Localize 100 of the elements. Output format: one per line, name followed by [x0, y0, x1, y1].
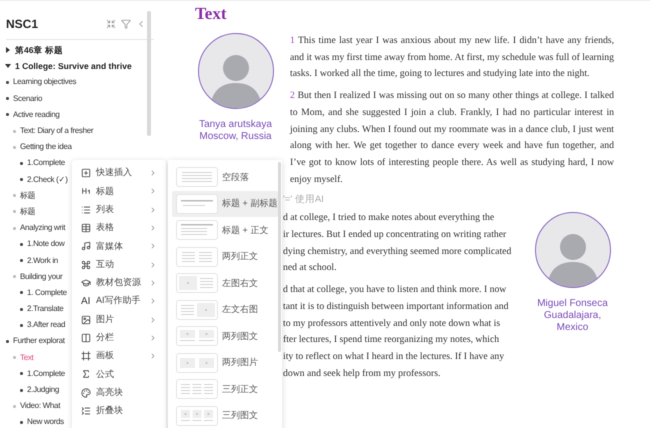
- bullet-icon: [20, 372, 23, 376]
- caret-down-icon[interactable]: [5, 63, 11, 70]
- layout-option[interactable]: 两列正文: [172, 244, 278, 270]
- bullet-icon: [6, 113, 9, 116]
- collapse-icon[interactable]: [106, 19, 116, 29]
- outline-item[interactable]: 2.Check (✓): [27, 174, 68, 186]
- menu-item[interactable]: 富媒体: [72, 237, 166, 256]
- chevron-right-icon: [149, 187, 157, 196]
- menu-item-icon: [81, 388, 91, 398]
- menu-item[interactable]: 折叠块: [72, 402, 166, 420]
- menu-item[interactable]: 表格: [72, 218, 166, 238]
- text-line: to my professors attentively and only note down what is: [283, 316, 502, 331]
- bullet-icon: [20, 259, 23, 262]
- outline-item[interactable]: 标题: [20, 190, 36, 202]
- chevron-right-icon: [149, 260, 157, 269]
- outline-item[interactable]: Learning objectives: [13, 76, 76, 88]
- outline-item[interactable]: 1.Complete: [27, 368, 65, 380]
- layout-option[interactable]: 三列图文: [172, 402, 278, 428]
- menu-item-icon: [81, 332, 91, 343]
- chevron-right-icon: [149, 224, 157, 232]
- bullet-icon: [6, 97, 9, 100]
- layout-thumbnail-icon: [177, 300, 217, 319]
- text-line: fter lectures, I spend time reorganizing my notes, which: [283, 333, 500, 348]
- chevron-right-icon: [149, 278, 157, 287]
- outline-item[interactable]: 2.Work in: [27, 254, 58, 267]
- person-name: Miguel Fonseca: [537, 298, 608, 310]
- menu-item[interactable]: 公式: [72, 365, 166, 384]
- menu-item[interactable]: 高亮块: [72, 384, 166, 402]
- outline-item[interactable]: Video: What: [20, 400, 60, 412]
- outline-item[interactable]: 1.Complete: [27, 157, 65, 170]
- menu-item[interactable]: 图片: [72, 310, 166, 329]
- layout-option[interactable]: 三列正文: [172, 376, 278, 402]
- chevron-right-icon: [149, 206, 157, 214]
- layout-thumbnail-icon: [177, 380, 217, 398]
- bullet-icon: [13, 356, 16, 360]
- text-line: dying chemistry, and everything seemed more complicated: [283, 244, 512, 259]
- layout-option[interactable]: 空段落: [172, 164, 278, 190]
- outline-item[interactable]: New words: [27, 416, 64, 428]
- section-title: Text: [194, 3, 228, 25]
- chevron-right-icon: [149, 169, 157, 178]
- menu-item[interactable]: 教材包资源: [72, 274, 166, 292]
- layout-option[interactable]: 两列图文: [172, 323, 278, 350]
- menu-item[interactable]: 列表: [72, 200, 166, 219]
- outline-item[interactable]: Getting the idea: [20, 141, 72, 154]
- outline-item[interactable]: 1. Complete: [27, 286, 67, 299]
- outline-item[interactable]: Analyzing writ: [20, 222, 66, 234]
- chevron-right-icon: [149, 297, 157, 306]
- scrollbar[interactable]: [147, 11, 151, 136]
- menu-item[interactable]: 快速插入: [72, 164, 166, 182]
- outline-item[interactable]: 3.After read: [27, 319, 66, 332]
- outline-item[interactable]: 2.Judging: [27, 384, 59, 396]
- outline-item[interactable]: Building your: [20, 270, 62, 283]
- menu-item-icon: [81, 241, 91, 252]
- layout-thumbnail-icon: [177, 194, 217, 213]
- text-line: down and seek help from my professors.: [283, 366, 442, 381]
- layout-option[interactable]: 左文右图: [172, 296, 278, 323]
- filter-icon[interactable]: [121, 19, 131, 29]
- outline-item[interactable]: Scenario: [13, 92, 42, 105]
- menu-item[interactable]: 画板: [72, 346, 166, 366]
- outline-item[interactable]: Further explorat: [13, 335, 65, 348]
- menu-item-icon: [81, 204, 91, 215]
- outline-item[interactable]: Active reading: [13, 108, 60, 121]
- layout-thumbnail-icon: [177, 274, 217, 292]
- outline-item[interactable]: 第46章 标题: [15, 44, 63, 56]
- bullet-icon: [6, 340, 9, 343]
- paragraph: 1 This time last year I was anxious about my new life. I didn’t have any friends, and it was my first time away from home. At first, my schedule was full of learning tasks. I worked all the time, going to lectures and studying late into the night.: [290, 34, 614, 82]
- bullet-icon: [13, 275, 16, 278]
- outline-title: NSC1: [6, 16, 38, 33]
- layout-option[interactable]: 标题 + 正文: [172, 217, 278, 244]
- outline-item[interactable]: 标题: [20, 206, 36, 218]
- bullet-icon: [13, 226, 16, 230]
- bullet-icon: [20, 291, 23, 294]
- bullet-icon: [13, 194, 16, 198]
- bullet-icon: [20, 308, 23, 311]
- menu-item[interactable]: 互动: [72, 255, 166, 274]
- menu-item-icon: [81, 278, 91, 288]
- layout-thumbnail-icon: [177, 354, 217, 372]
- bullet-icon: [20, 178, 23, 182]
- menu-item[interactable]: AI AI写作助手: [72, 292, 166, 310]
- bullet-icon: [6, 80, 9, 84]
- menu-item[interactable]: 分栏: [72, 328, 166, 347]
- bullet-icon: [13, 404, 16, 408]
- layout-option[interactable]: 左图右文: [172, 270, 278, 296]
- text-line: ir lectures. But I ended up concentrating on writing rather: [283, 228, 508, 242]
- menu-item[interactable]: 标题: [72, 182, 166, 201]
- bullet-icon: [20, 420, 23, 424]
- person-location: Moscow, Russia: [199, 131, 272, 143]
- paragraph: 2 But then I realized I was missing out on so many other things at college. I talked to Mom, and she suggested I join a club. Frankly, I had no particular interest in joining any clubs. When I found out my roommate was in a dance club, I just went along with her. We get together to dance every week and have fun together, and I’ve got to know lots of interesting people there. As well as studying hard, I now enjoy myself.: [290, 89, 614, 187]
- layout-thumbnail-icon: [177, 168, 217, 186]
- outline-item[interactable]: 1.Note dow: [27, 238, 64, 250]
- outline-item[interactable]: Text: [20, 352, 34, 364]
- person-location: Guadalajara, Mexico: [542, 310, 602, 334]
- caret-right-icon[interactable]: [5, 47, 11, 54]
- outline-item[interactable]: Text: Diary of a fresher: [20, 125, 94, 138]
- layout-option[interactable]: 标题 + 副标题: [172, 190, 278, 217]
- outline-item[interactable]: 2.Translate: [27, 303, 64, 316]
- layout-option[interactable]: 两列图片: [172, 350, 278, 376]
- text-line: d that at college, you have to listen and think more. I now: [283, 283, 508, 298]
- bullet-icon: [20, 242, 23, 246]
- outline-item[interactable]: 1 College: Survive and thrive: [15, 60, 132, 73]
